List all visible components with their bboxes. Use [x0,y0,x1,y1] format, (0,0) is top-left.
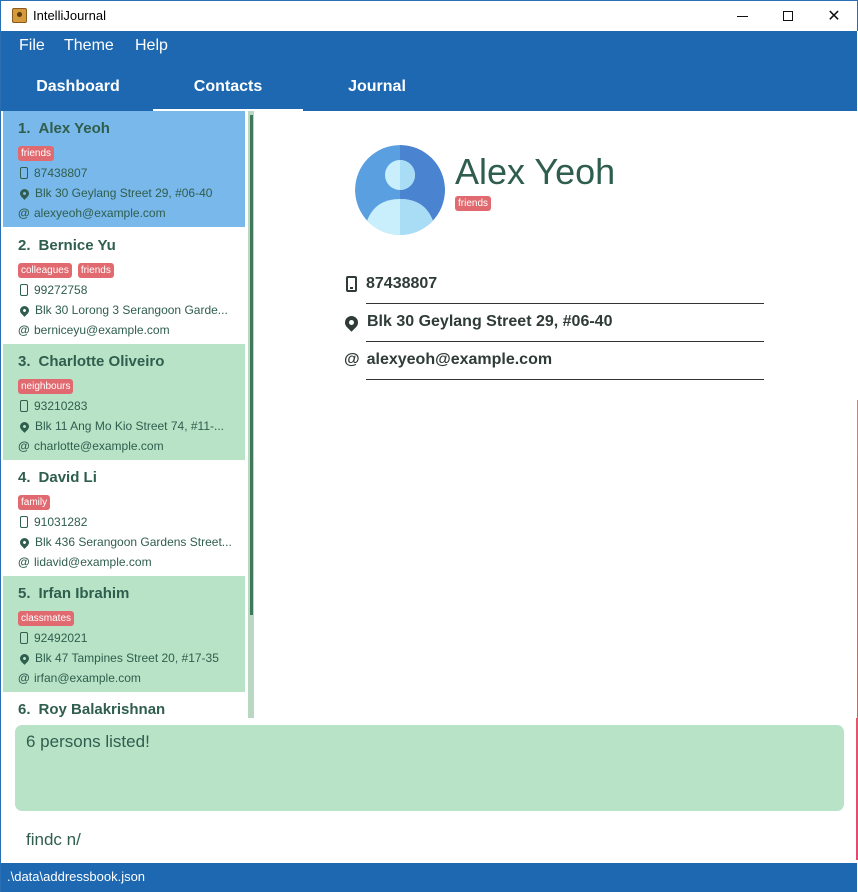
close-icon: ✕ [827,6,841,25]
contact-name: 6. Roy Balakrishnan [18,701,166,718]
location-pin-icon [18,303,31,317]
close-button[interactable]: ✕ [811,1,857,31]
contact-email: @ lidavid@example.com [18,555,152,569]
tag-list: colleagues friends [18,263,114,278]
at-icon: @ [18,671,30,685]
contact-card[interactable]: 4. David Li family 91031282 Blk 436 Seran… [3,460,245,576]
contact-list: 1. Alex Yeoh friends 87438807 Blk 30 Geyl… [3,111,254,718]
contact-detail-panel: Alex Yeoh friends 87438807 Blk 30 Geylan… [256,111,857,718]
phone-icon [20,632,28,644]
phone-icon [346,276,357,292]
contact-phone: 92492021 [18,631,240,645]
status-file-path: .\data\addressbook.json [7,869,146,884]
contact-card[interactable]: 2. Bernice Yu colleagues friends 99272758… [3,228,245,344]
menu-theme[interactable]: Theme [64,37,114,55]
maximize-icon [783,11,793,21]
title-bar: IntelliJournal ✕ [0,0,858,31]
location-pin-icon [342,312,361,332]
phone-icon [20,167,28,179]
tab-journal[interactable]: Journal [302,62,452,111]
location-pin-icon [18,651,31,665]
tag-badge: colleagues [18,263,72,278]
contact-name: 5. Irfan Ibrahim [18,585,130,602]
divider [366,303,764,304]
at-icon: @ [344,351,360,368]
minimize-button[interactable] [719,1,765,31]
phone-icon [20,400,28,412]
location-pin-icon [18,186,31,200]
result-display: 6 persons listed! [15,725,844,811]
contact-card[interactable]: 1. Alex Yeoh friends 87438807 Blk 30 Geyl… [3,111,245,227]
app-icon [12,8,27,23]
phone-icon [20,516,28,528]
maximize-button[interactable] [765,1,811,31]
tag-list: neighbours [18,379,74,394]
divider [366,379,764,380]
scrollbar-thumb[interactable] [250,115,253,615]
contact-phone: 93210283 [18,399,240,413]
location-pin-icon [18,419,31,433]
tag-badge: friends [455,196,492,211]
window-frame-left [0,0,1,892]
contact-address: Blk 30 Geylang Street 29, #06-40 [18,186,240,200]
command-input[interactable]: findc n/ [15,822,844,860]
contact-email: @ berniceyu@example.com [18,323,170,337]
contact-address: Blk 436 Serangoon Gardens Street... [18,535,240,549]
tag-list: classmates [18,611,75,626]
tab-bar: Dashboard Contacts Journal [1,62,857,111]
divider [366,341,764,342]
tag-badge: classmates [18,611,75,626]
tab-dashboard[interactable]: Dashboard [3,62,153,111]
phone-icon [20,284,28,296]
tag-badge: neighbours [18,379,74,394]
contact-name: 3. Charlotte Oliveiro [18,353,165,370]
menu-help[interactable]: Help [135,37,168,55]
tab-contacts[interactable]: Contacts [153,62,303,111]
list-scrollbar[interactable] [248,111,254,718]
contact-phone: 87438807 [18,166,240,180]
minimize-icon [736,15,748,17]
tag-list: family [18,495,51,510]
contact-name: 2. Bernice Yu [18,237,116,254]
tag-badge: family [18,495,51,510]
contact-card[interactable]: 5. Irfan Ibrahim classmates 92492021 Blk … [3,576,245,692]
detail-address: Blk 30 Geylang Street 29, #06-40 [342,312,612,332]
command-text: findc n/ [26,830,81,849]
detail-name: Alex Yeoh [455,151,616,192]
contact-email: @ alexyeoh@example.com [18,206,166,220]
contact-address: Blk 30 Lorong 3 Serangoon Garde... [18,303,240,317]
at-icon: @ [18,323,30,337]
detail-email: @ alexyeoh@example.com [344,351,553,368]
at-icon: @ [18,555,30,569]
contact-phone: 99272758 [18,283,240,297]
avatar-icon [355,145,445,235]
contact-phone: 91031282 [18,515,240,529]
contact-email: @ charlotte@example.com [18,439,164,453]
detail-tag-list: friends [455,196,492,211]
tag-list: friends [18,146,55,161]
contact-name: 1. Alex Yeoh [18,120,110,137]
result-message: 6 persons listed! [26,732,150,751]
menu-file[interactable]: File [19,37,45,55]
contact-address: Blk 47 Tampines Street 20, #17-35 [18,651,240,665]
contact-email: @ irfan@example.com [18,671,141,685]
window-title: IntelliJournal [33,8,106,23]
contact-card[interactable]: 6. Roy Balakrishnan [3,692,245,718]
contact-card[interactable]: 3. Charlotte Oliveiro neighbours 93210283… [3,344,245,460]
detail-phone: 87438807 [344,275,437,293]
status-bar: .\data\addressbook.json [1,863,857,892]
menu-bar: File Theme Help [1,31,857,62]
at-icon: @ [18,206,30,220]
contact-name: 4. David Li [18,469,97,486]
contact-address: Blk 11 Ang Mo Kio Street 74, #11-... [18,419,240,433]
tag-badge: friends [77,263,114,278]
tag-badge: friends [18,146,55,161]
at-icon: @ [18,439,30,453]
location-pin-icon [18,535,31,549]
